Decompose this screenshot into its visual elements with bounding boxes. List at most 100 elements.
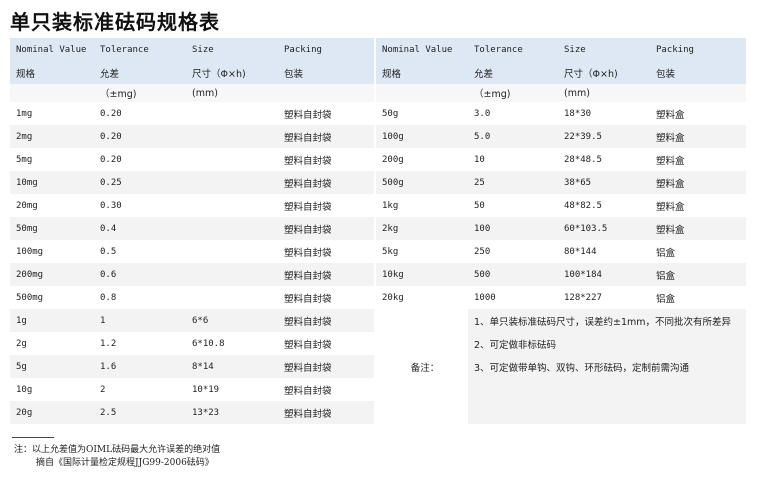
note-item: 1、单只装标准砝码尺寸，误差约±1mm，不同批次有所差异 <box>468 309 746 332</box>
header-size-en: Size <box>186 38 278 61</box>
nominal-value-cell: 20kg <box>376 286 468 309</box>
tolerance-cell: 1000 <box>468 286 558 309</box>
nominal-value-cell: 2kg <box>376 217 468 240</box>
note-row: 备注： 3、可定做带单钩、双钩、环形砝码，定制前需沟通 <box>376 355 746 378</box>
nominal-value-cell: 200g <box>376 148 468 171</box>
packing-cell: 塑料自封袋 <box>278 355 374 378</box>
nominal-value-cell: 1kg <box>376 194 468 217</box>
header-size-zh: 尺寸（Φ×h) <box>558 61 650 84</box>
tolerance-cell: 0.20 <box>94 102 186 125</box>
size-cell: 60*103.5 <box>558 217 650 240</box>
size-cell <box>186 171 278 194</box>
nominal-value-cell: 1g <box>10 309 94 332</box>
packing-cell: 塑料自封袋 <box>278 332 374 355</box>
table-row: 2g 1.2 6*10.8 塑料自封袋 <box>10 332 374 355</box>
packing-cell: 塑料自封袋 <box>278 286 374 309</box>
size-cell: 28*48.5 <box>558 148 650 171</box>
nominal-value-cell: 1mg <box>10 102 94 125</box>
packing-cell: 塑料自封袋 <box>278 217 374 240</box>
tolerance-cell: 0.20 <box>94 125 186 148</box>
nominal-value-cell: 20g <box>10 401 94 424</box>
tolerance-cell: 500 <box>468 263 558 286</box>
left-spec-table: Nominal Value Tolerance Size Packing 规格 允差 尺寸（… <box>10 38 374 424</box>
nominal-value-cell: 50g <box>376 102 468 125</box>
size-cell: 13*23 <box>186 401 278 424</box>
nominal-value-cell: 100mg <box>10 240 94 263</box>
footnote-line-2: 摘自《国际计量检定规程JJG99-2006砝码》 <box>36 458 214 468</box>
table-row: 100g 5.0 22*39.5 塑料盒 <box>376 125 746 148</box>
nominal-value-cell: 10mg <box>10 171 94 194</box>
table-row: 1mg 0.20 塑料自封袋 <box>10 102 374 125</box>
size-cell <box>186 194 278 217</box>
nominal-value-cell: 10g <box>10 378 94 401</box>
size-cell: 100*184 <box>558 263 650 286</box>
packing-cell: 塑料自封袋 <box>278 194 374 217</box>
note-item: 3、可定做带单钩、双钩、环形砝码，定制前需沟通 <box>468 355 746 378</box>
tolerance-cell: 5.0 <box>468 125 558 148</box>
header-packing-zh: 包装 <box>278 61 374 84</box>
size-cell <box>186 286 278 309</box>
packing-cell: 塑料盒 <box>650 148 746 171</box>
nominal-value-cell: 200mg <box>10 263 94 286</box>
tolerance-cell: 2.5 <box>94 401 186 424</box>
size-cell: 18*30 <box>558 102 650 125</box>
size-cell: 22*39.5 <box>558 125 650 148</box>
header-row-units: （±mg) (mm) <box>10 84 374 102</box>
header-packing-en: Packing <box>278 38 374 61</box>
header-tolerance-en: Tolerance <box>94 38 186 61</box>
tolerance-cell: 25 <box>468 171 558 194</box>
header-tolerance-units: （±mg) <box>94 84 186 102</box>
header-packing-zh: 包装 <box>650 61 746 84</box>
page-title: 单只装标准砝码规格表 <box>10 10 220 34</box>
note-blank <box>468 401 746 424</box>
size-cell <box>186 240 278 263</box>
packing-cell: 塑料盒 <box>650 194 746 217</box>
header-nominal-value-zh: 规格 <box>10 61 94 84</box>
tolerance-cell: 0.30 <box>94 194 186 217</box>
packing-cell: 塑料盒 <box>650 102 746 125</box>
header-size-zh: 尺寸（Φ×h) <box>186 61 278 84</box>
header-row-zh: 规格 允差 尺寸（Φ×h) 包装 <box>376 61 746 84</box>
table-row: 2kg 100 60*103.5 塑料盒 <box>376 217 746 240</box>
tolerance-cell: 2 <box>94 378 186 401</box>
note-row: 1、单只装标准砝码尺寸，误差约±1mm，不同批次有所差异 <box>376 309 746 332</box>
header-tolerance-units: （±mg) <box>468 84 558 102</box>
table-row: 5g 1.6 8*14 塑料自封袋 <box>10 355 374 378</box>
packing-cell: 塑料盒 <box>650 217 746 240</box>
size-cell: 6*6 <box>186 309 278 332</box>
notes-label-spacer <box>376 309 468 332</box>
notes-label-spacer <box>376 401 468 424</box>
packing-cell: 塑料自封袋 <box>278 240 374 263</box>
tolerance-cell: 1.6 <box>94 355 186 378</box>
table-row: 5mg 0.20 塑料自封袋 <box>10 148 374 171</box>
header-packing-en: Packing <box>650 38 746 61</box>
footnote-line-1: 注：以上允差值为OIML砝码最大允许误差的绝对值 <box>14 445 221 455</box>
table-row: 2mg 0.20 塑料自封袋 <box>10 125 374 148</box>
nominal-value-cell: 5mg <box>10 148 94 171</box>
nominal-value-cell: 100g <box>376 125 468 148</box>
nominal-value-cell: 5kg <box>376 240 468 263</box>
size-cell: 48*82.5 <box>558 194 650 217</box>
tolerance-cell: 0.20 <box>94 148 186 171</box>
header-row-zh: 规格 允差 尺寸（Φ×h) 包装 <box>10 61 374 84</box>
table-row: 10g 2 10*19 塑料自封袋 <box>10 378 374 401</box>
note-row <box>376 378 746 401</box>
table-row: 200g 10 28*48.5 塑料盒 <box>376 148 746 171</box>
tolerance-cell: 250 <box>468 240 558 263</box>
size-cell: 38*65 <box>558 171 650 194</box>
packing-cell: 塑料自封袋 <box>278 378 374 401</box>
header-packing-units <box>650 84 746 102</box>
packing-cell: 塑料盒 <box>650 125 746 148</box>
nominal-value-cell: 5g <box>10 355 94 378</box>
table-row: 20g 2.5 13*23 塑料自封袋 <box>10 401 374 424</box>
header-tolerance-zh: 允差 <box>468 61 558 84</box>
size-cell: 80*144 <box>558 240 650 263</box>
notes-label-spacer <box>376 378 468 401</box>
table-row: 20kg 1000 128*227 铝盒 <box>376 286 746 309</box>
header-row-units: （±mg) (mm) <box>376 84 746 102</box>
note-row <box>376 401 746 424</box>
table-row: 50mg 0.4 塑料自封袋 <box>10 217 374 240</box>
nominal-value-cell: 10kg <box>376 263 468 286</box>
tolerance-cell: 0.25 <box>94 171 186 194</box>
tolerance-cell: 0.4 <box>94 217 186 240</box>
